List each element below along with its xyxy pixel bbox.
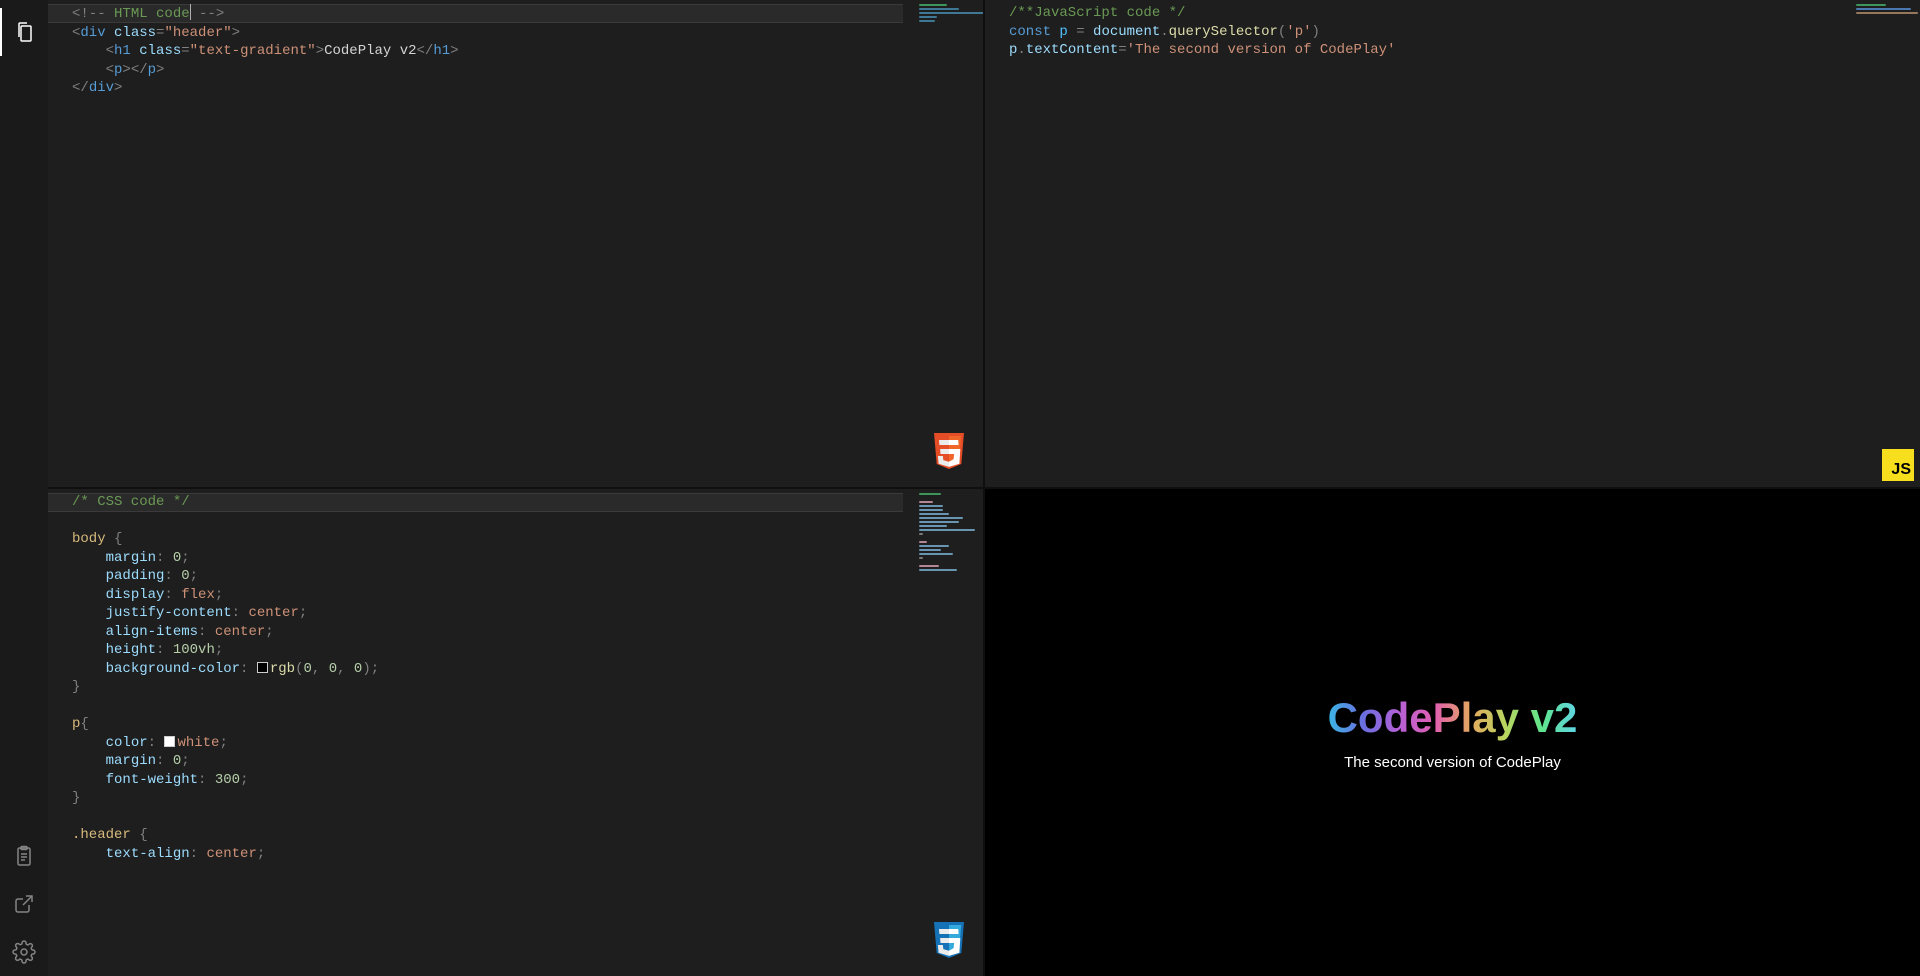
editor-grid: <!-- HTML code --> <div class="header"> … <box>48 0 1920 976</box>
settings-gear-icon[interactable] <box>0 928 48 976</box>
html-editor-pane[interactable]: <!-- HTML code --> <div class="header"> … <box>48 0 983 487</box>
js-minimap[interactable] <box>1850 0 1920 487</box>
html5-badge-icon <box>931 435 967 471</box>
preview-content: CodePlay v2 The second version of CodePl… <box>985 489 1920 976</box>
preview-pane: CodePlay v2 The second version of CodePl… <box>985 489 1920 976</box>
js-code[interactable]: /**JavaScript code */ const p = document… <box>985 0 1920 64</box>
preview-subtitle: The second version of CodePlay <box>1344 754 1561 771</box>
css3-badge-icon <box>931 924 967 960</box>
clipboard-icon[interactable] <box>0 832 48 880</box>
js-badge-icon: JS <box>1882 449 1914 481</box>
activity-bar <box>0 0 48 976</box>
explorer-icon[interactable] <box>0 8 48 56</box>
open-external-icon[interactable] <box>0 880 48 928</box>
html-code[interactable]: <!-- HTML code --> <div class="header"> … <box>48 0 983 102</box>
js-editor-pane[interactable]: /**JavaScript code */ const p = document… <box>985 0 1920 487</box>
preview-title: CodePlay v2 <box>1328 694 1578 742</box>
css-code[interactable]: /* CSS code */ body { margin: 0; padding… <box>48 489 983 867</box>
css-editor-pane[interactable]: /* CSS code */ body { margin: 0; padding… <box>48 489 983 976</box>
app-root: <!-- HTML code --> <div class="header"> … <box>0 0 1920 976</box>
